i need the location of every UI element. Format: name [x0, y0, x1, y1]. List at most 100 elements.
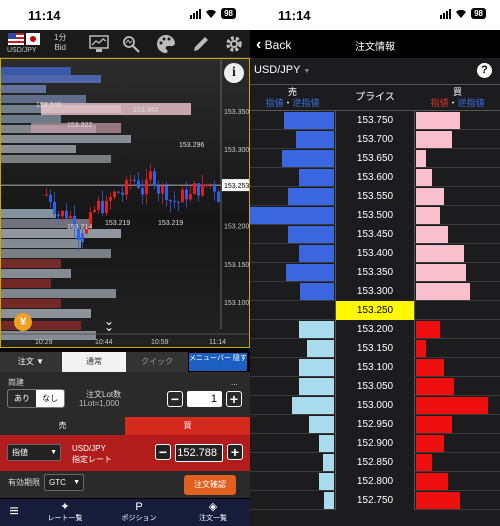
buy-stop-link[interactable]: 逆指値: [458, 98, 485, 108]
buy-volume-bar: [416, 226, 448, 243]
sell-volume-bar: [319, 473, 334, 490]
position-icon: P: [135, 501, 143, 513]
buy-volume-bar: [416, 416, 452, 433]
candle-body: [93, 209, 96, 212]
price-cell: 153.100: [335, 358, 415, 377]
candle-body: [129, 179, 132, 181]
tab-quick[interactable]: クイック: [126, 352, 188, 372]
candle-body: [97, 200, 100, 210]
order-book-row[interactable]: 153.200: [250, 320, 500, 339]
candle-body: [193, 183, 196, 194]
depth-bar: [41, 103, 191, 115]
lot-plus-button[interactable]: +: [226, 391, 242, 407]
yen-icon[interactable]: ¥: [14, 313, 32, 331]
rate-plus-button[interactable]: +: [227, 444, 243, 460]
tab-order-menu[interactable]: 注文 ▼: [0, 352, 62, 372]
order-book-row[interactable]: 152.950: [250, 415, 500, 434]
depth-bar: [1, 155, 111, 163]
palette-icon[interactable]: [155, 33, 177, 55]
buy-volume-bar: [416, 283, 470, 300]
order-book-row[interactable]: 153.350: [250, 263, 500, 282]
order-confirm-button[interactable]: 注文確認: [184, 475, 236, 495]
price-cell: 152.750: [335, 491, 415, 510]
nav-positions[interactable]: P ポジション: [102, 499, 176, 526]
order-book-row[interactable]: 153.400: [250, 244, 500, 263]
order-book-row[interactable]: 152.900: [250, 434, 500, 453]
sell-stop-link[interactable]: 逆指値: [293, 98, 320, 108]
more-icon[interactable]: ...: [231, 378, 238, 387]
order-type-select[interactable]: 指値 ▼: [7, 444, 61, 461]
status-time: 11:14: [278, 8, 311, 23]
buy-volume-bar: [416, 245, 464, 262]
lot-minus-button[interactable]: −: [167, 391, 183, 407]
order-book-row[interactable]: 153.700: [250, 130, 500, 149]
order-book-row[interactable]: 153.300: [250, 282, 500, 301]
order-book-row[interactable]: 153.600: [250, 168, 500, 187]
sell-limit-link[interactable]: 指値: [265, 98, 283, 108]
price-annotation: 153.219: [158, 220, 183, 227]
buy-volume-bar: [416, 131, 452, 148]
tab-normal[interactable]: 通常: [62, 352, 126, 372]
chevron-down-icon[interactable]: ⌄ ⌄: [104, 315, 114, 333]
order-book-row[interactable]: 153.500: [250, 206, 500, 225]
order-book-row[interactable]: 153.750: [250, 111, 500, 130]
expiry-select[interactable]: GTC ▼: [44, 474, 84, 491]
gear-icon[interactable]: [223, 33, 245, 55]
chart-settings-icon[interactable]: [88, 33, 110, 55]
buy-tab[interactable]: 買: [125, 417, 250, 435]
pair-select[interactable]: USD/JPY ▼: [254, 64, 310, 76]
order-book-row[interactable]: 153.050: [250, 377, 500, 396]
nav-rate-list[interactable]: ✦ レート一覧: [28, 499, 102, 526]
price-cell: 152.850: [335, 453, 415, 472]
candlestick-chart: 153.350 153.300 153.253 153.200 153.150 153.1…: [1, 59, 249, 346]
candle-body: [153, 171, 156, 186]
buy-header: 買指値・逆指値: [415, 85, 500, 110]
hide-menubar-button[interactable]: メニューバー 隠す: [189, 353, 247, 371]
depth-bar: [1, 321, 81, 330]
order-book-row[interactable]: 152.800: [250, 472, 500, 491]
price-chart[interactable]: 153.350 153.300 153.253 153.200 153.150 153.1…: [0, 58, 250, 348]
info-icon[interactable]: i: [224, 63, 244, 83]
usd-jpy-flag-icon[interactable]: [8, 33, 42, 46]
order-book-row[interactable]: 153.100: [250, 358, 500, 377]
depth-bar: [1, 279, 51, 288]
depth-bar: [1, 67, 71, 75]
depth-bar: [1, 75, 101, 83]
indicator-icon[interactable]: [120, 33, 142, 55]
pen-icon[interactable]: [190, 33, 212, 55]
price-axis-label: 153.350: [224, 109, 249, 116]
lot-input[interactable]: 1: [187, 391, 222, 407]
order-book-row[interactable]: 153.450: [250, 225, 500, 244]
candle-body: [173, 201, 176, 203]
nav-order-list[interactable]: ◈ 注文一覧: [176, 499, 250, 526]
buy-volume-bar: [416, 359, 444, 376]
current-price-row[interactable]: 153.250: [250, 301, 500, 320]
order-book-row[interactable]: 152.850: [250, 453, 500, 472]
menu-icon[interactable]: ≡: [0, 499, 28, 526]
rate-label: 指定レート: [72, 455, 112, 464]
order-book-row[interactable]: 153.650: [250, 149, 500, 168]
timeframe-button[interactable]: 1分 Bid: [54, 33, 66, 53]
candle-body: [157, 185, 160, 194]
help-icon[interactable]: ?: [477, 63, 492, 78]
time-axis-label: 11:14: [209, 339, 226, 346]
hedge-yes[interactable]: あり: [8, 390, 36, 407]
candle-body: [101, 200, 104, 214]
order-book-row[interactable]: 152.750: [250, 491, 500, 510]
candle-body: [117, 191, 120, 193]
rate-pair-label: USD/JPY: [72, 444, 106, 453]
order-book-row[interactable]: 153.550: [250, 187, 500, 206]
buy-limit-link[interactable]: 指値: [430, 98, 448, 108]
rate-input[interactable]: 152.788: [175, 444, 223, 462]
price-cell: 152.950: [335, 415, 415, 434]
price-cell: 153.500: [335, 206, 415, 225]
hedge-no[interactable]: なし: [36, 390, 64, 407]
hedge-toggle[interactable]: あり なし: [7, 389, 65, 408]
sell-volume-bar: [299, 359, 334, 376]
order-book[interactable]: 153.750 153.700 153.650 153.600 153.550 153.5…: [250, 111, 500, 510]
wifi-icon: [456, 9, 467, 18]
rate-minus-button[interactable]: −: [155, 444, 171, 460]
order-book-row[interactable]: 153.150: [250, 339, 500, 358]
order-book-row[interactable]: 153.000: [250, 396, 500, 415]
sell-tab[interactable]: 売: [0, 417, 125, 435]
